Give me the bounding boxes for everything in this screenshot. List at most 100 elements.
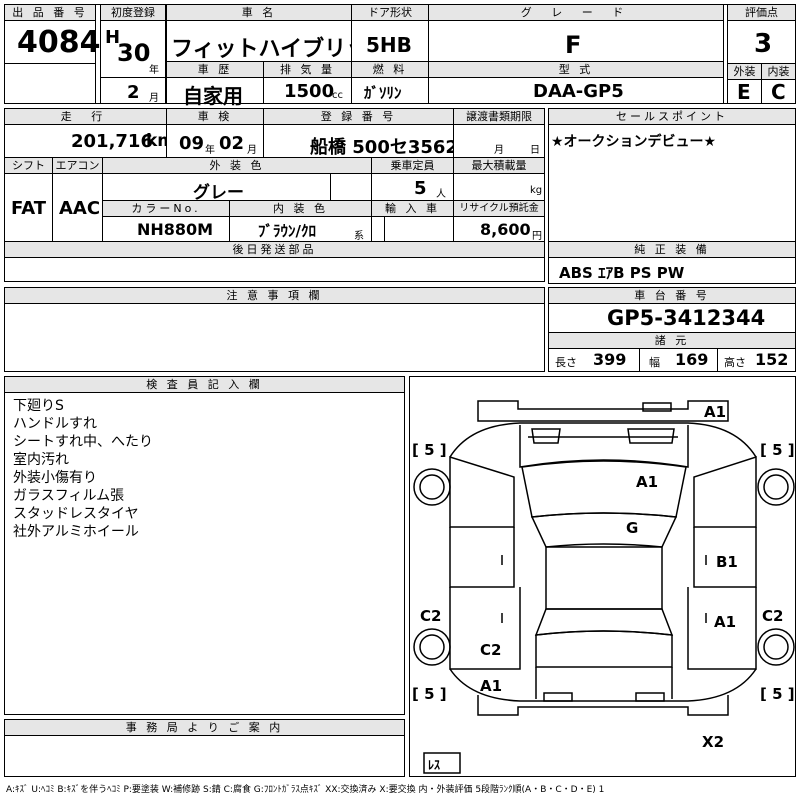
inspector-note: シートすれ中、へたり [13,434,153,450]
chassis-number: GP5-3412344 [607,306,766,330]
grade-box: グ レ ー ド F [428,4,724,62]
displacement-label: 排 気 量 [264,62,351,78]
inspector-box: 検 査 員 記 入 欄 下廻りS ハンドルすれ シートすれ中、へたり 室内汚れ … [4,376,405,715]
height-label: 高さ [724,356,746,369]
transfer-day-unit: 日 [530,145,540,156]
grade-label: グ レ ー ド [429,5,723,21]
first-reg-box: 初度登録 H 30 年 2 月 [100,4,166,104]
width-value: 169 [675,350,709,369]
tire-rear-right: [ 5 ] [760,685,795,703]
car-name-box: 車 名 フィットハイブリッド [166,4,390,62]
lot-blank [4,63,96,104]
caution-label: 注 意 事 項 欄 [5,288,544,304]
int-color-box: 内 装 色 ﾌﾞﾗｳﾝ/ｸﾛ 系 [229,200,372,242]
inspector-note: 外装小傷有り [13,470,97,486]
mark-right-rear-fender: A1 [714,613,736,631]
lot-number: 4084 [17,25,101,60]
model-box: 型 式 DAA-GP5 [428,61,724,104]
length-label: 長さ [555,356,577,369]
shift-box: シフト FAT [4,157,53,242]
plate-number: 船橋 500セ3562 [310,137,458,158]
sales-point-box: セールスポイント ★オークションデビュー★ [548,108,796,242]
recycle-box: リサイクル預託金 8,600 円 [453,200,545,242]
later-parts-label: 後日発送部品 [5,242,544,258]
displacement: 1500 [284,81,335,102]
fuel-box: 燃 料 ｶﾞｿﾘﾝ [351,61,429,104]
history-box: 車 歴 自家用 [166,61,264,108]
model-code: DAA-GP5 [533,81,624,102]
history-label: 車 歴 [167,62,263,78]
displacement-unit: cc [332,90,343,101]
lot-label: 出 品 番 号 [5,5,95,21]
score-box: 評価点 3 [727,4,796,64]
mark-rear-bumper: X2 [702,733,724,751]
reg-year: 30 [117,39,151,67]
width-label: 幅 [649,356,660,369]
exterior-label: 外装 [728,64,761,80]
fuel: ｶﾞｿﾘﾝ [364,84,402,102]
mileage-box: 走 行 201,716 km [4,108,175,158]
plate-box: 登 録 番 号 船橋 500セ3562 [263,108,458,158]
int-color-label: 内 装 色 [230,201,371,217]
fuel-label: 燃 料 [352,62,428,78]
later-parts-box: 後日発送部品 [4,241,545,282]
diagram-box: [ 5 ] [ 5 ] [ 5 ] [ 5 ] ﾚｽ A1 A1 G B1 A1… [409,376,796,777]
overall-score: 3 [754,29,773,59]
import-box: 輸 入 車 [371,200,454,242]
inspection-month-unit: 月 [247,145,257,156]
height-value: 152 [755,350,789,369]
color-no-box: カラーNo. NH880M [102,200,230,242]
door-box: ドア形状 5HB [351,4,429,62]
interior-box: 内装 C [761,63,796,104]
transfer-label: 譲渡書類期限 [454,109,544,125]
import-label: 輸 入 車 [372,201,453,217]
max-load-unit: kg [530,185,543,196]
genuine-label: 純 正 装 備 [549,242,795,258]
capacity: 5 [414,178,427,199]
inspector-note: スタッドレスタイヤ [13,506,139,522]
genuine-box: 純 正 装 備 ABS ｴｱB PS PW [548,241,796,284]
int-color-suffix: 系 [354,231,364,242]
lot-box: 出 品 番 号 4084 [4,4,101,64]
chassis-box: 車 台 番 号 GP5-3412344 諸 元 長さ 399 幅 169 高さ … [548,287,796,372]
tire-front-left: [ 5 ] [412,441,447,459]
mileage: 201,716 [71,131,153,152]
mark-front-bumper: A1 [704,403,726,421]
inspection-label: 車 検 [167,109,263,125]
mark-right-quarter: C2 [762,607,783,625]
recycle-unit: 円 [532,231,542,242]
inspector-note: 室内汚れ [13,452,69,468]
displacement-box: 排 気 量 1500 cc [263,61,352,104]
genuine-equipment: ABS ｴｱB PS PW [559,264,685,282]
grade: F [565,31,582,59]
inspector-note: 社外アルミホイール [13,524,139,540]
inspection-year: 09 [179,133,205,154]
office-box: 事 務 局 よ り ご 案 内 [4,719,405,777]
car-name-label: 車 名 [167,5,351,21]
inspection-year-unit: 年 [205,145,215,156]
tire-front-right: [ 5 ] [760,441,795,459]
mark-left-front-fender-rear: C2 [480,641,501,659]
mark-right-rear-door: B1 [716,553,738,571]
office-label: 事 務 局 よ り ご 案 内 [5,720,404,736]
spare-tire-mark: ﾚｽ [428,758,440,772]
mileage-label: 走 行 [5,109,166,125]
capacity-box: 乗車定員 5 人 [371,157,454,201]
transfer-month-unit: 月 [494,145,504,156]
mark-roof: G [626,519,638,537]
inspector-label: 検 査 員 記 入 欄 [5,377,404,393]
ac-label: エアコン [53,158,102,174]
plate-label: 登 録 番 号 [264,109,453,125]
int-color: ﾌﾞﾗｳﾝ/ｸﾛ [258,222,316,240]
inspector-note: ハンドルすれ [13,416,97,432]
color-no: NH880M [137,220,214,239]
history: 自家用 [183,84,243,108]
exterior-box: 外装 E [727,63,762,104]
inspection-month: 02 [219,133,245,154]
inspector-note: ガラスフィルム張 [13,488,125,504]
capacity-unit: 人 [436,189,446,200]
mark-left-rocker: C2 [420,607,441,625]
ac: AAC [59,198,101,219]
capacity-label: 乗車定員 [372,158,453,174]
reg-month: 2 [127,82,140,103]
